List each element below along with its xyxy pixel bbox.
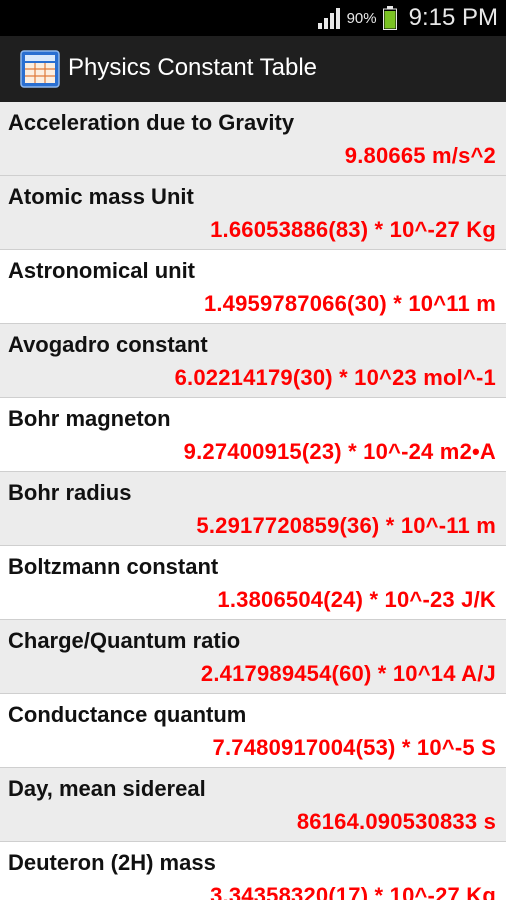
constant-name: Deuteron (2H) mass — [8, 850, 216, 875]
constant-name: Boltzmann constant — [8, 554, 219, 579]
list-item[interactable]: Avogadro constant 6.02214179(30) * 10^23… — [0, 324, 506, 398]
constant-name: Astronomical unit — [8, 258, 196, 283]
list-item[interactable]: Boltzmann constant 1.3806504(24) * 10^-2… — [0, 546, 506, 620]
constant-value: 1.66053886(83) * 10^-27 Kg — [210, 217, 496, 242]
list-item[interactable]: Charge/Quantum ratio 2.417989454(60) * 1… — [0, 620, 506, 694]
constant-value: 1.3806504(24) * 10^-23 J/K — [217, 587, 496, 612]
list-item[interactable]: Acceleration due to Gravity 9.80665 m/s^… — [0, 102, 506, 176]
list-item[interactable]: Atomic mass Unit 1.66053886(83) * 10^-27… — [0, 176, 506, 250]
status-indicators: 90% 9:15 PM — [317, 0, 498, 36]
constant-name: Acceleration due to Gravity — [8, 110, 295, 135]
list-item[interactable]: Astronomical unit 1.4959787066(30) * 10^… — [0, 250, 506, 324]
constants-list[interactable]: Acceleration due to Gravity 9.80665 m/s^… — [0, 102, 506, 900]
battery-percent: 90% — [346, 9, 377, 27]
constant-value: 6.02214179(30) * 10^23 mol^-1 — [174, 365, 496, 390]
clock: 9:15 PM — [408, 4, 498, 31]
signal-icon — [317, 8, 340, 29]
list-item[interactable]: Conductance quantum 7.7480917004(53) * 1… — [0, 694, 506, 768]
constant-value: 9.80665 m/s^2 — [344, 143, 496, 168]
list-item[interactable]: Deuteron (2H) mass 3.34358320(17) * 10^-… — [0, 842, 506, 900]
constant-name: Bohr magneton — [8, 406, 171, 431]
constant-name: Atomic mass Unit — [8, 184, 194, 209]
app-title: Physics Constant Table — [68, 54, 318, 81]
constant-value: 5.2917720859(36) * 10^-11 m — [196, 513, 496, 538]
constant-value: 3.34358320(17) * 10^-27 Kg — [210, 883, 496, 900]
constant-value: 2.417989454(60) * 10^14 A/J — [200, 661, 496, 686]
list-item[interactable]: Bohr magneton 9.27400915(23) * 10^-24 m2… — [0, 398, 506, 472]
constant-value: 7.7480917004(53) * 10^-5 S — [212, 735, 496, 760]
list-item[interactable]: Day, mean sidereal 86164.090530833 s — [0, 768, 506, 842]
constant-value: 86164.090530833 s — [296, 809, 496, 834]
table-app-icon[interactable] — [20, 50, 60, 88]
battery-icon — [382, 6, 397, 30]
constant-name: Bohr radius — [8, 480, 132, 505]
action-bar: Physics Constant Table — [0, 36, 506, 103]
constant-value: 1.4959787066(30) * 10^11 m — [203, 291, 496, 316]
list-item[interactable]: Bohr radius 5.2917720859(36) * 10^-11 m — [0, 472, 506, 546]
constant-name: Day, mean sidereal — [8, 776, 206, 801]
constant-value: 9.27400915(23) * 10^-24 m2•A — [183, 439, 496, 464]
constant-name: Avogadro constant — [8, 332, 208, 357]
constant-name: Charge/Quantum ratio — [8, 628, 241, 653]
status-bar: 90% 9:15 PM — [0, 0, 506, 36]
constant-name: Conductance quantum — [8, 702, 247, 727]
